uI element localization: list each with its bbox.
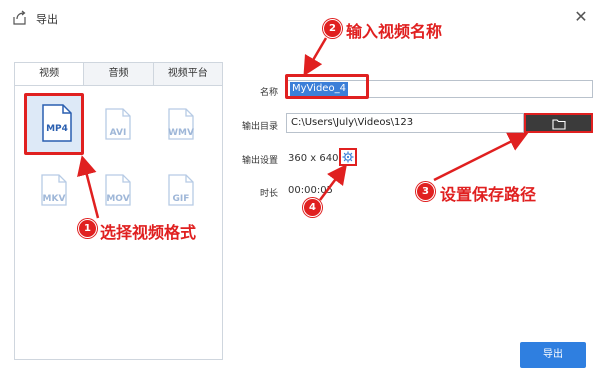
annotation-text-2: 输入视频名称 [346, 22, 443, 41]
arrow-2 [303, 37, 328, 77]
name-highlight-box [285, 74, 369, 99]
output-dir-label: 输出目录 [241, 122, 278, 132]
output-dir-input[interactable]: C:\Users\July\Videos\123 [286, 113, 524, 133]
annotation-badge-3: 3 [416, 182, 435, 201]
annotation-badge-1: 1 [78, 219, 97, 238]
format-label: WMV [168, 128, 194, 138]
format-wmv[interactable]: WMV [151, 97, 211, 159]
tab-video-platform[interactable]: 视频平台 [152, 63, 222, 85]
tab-video[interactable]: 视频 [15, 63, 84, 85]
file-icon [42, 104, 72, 142]
format-mkv[interactable]: MKV [24, 163, 84, 225]
format-label: MP4 [46, 124, 68, 134]
format-mov[interactable]: MOV [88, 163, 148, 225]
format-panel: 视频 音频 视频平台 MP4 AVI WMV MKV MOV GIF [14, 62, 223, 360]
annotation-badge-2: 2 [323, 19, 342, 38]
close-button[interactable]: ✕ [572, 8, 590, 26]
annotation-text-3: 设置保存路径 [440, 185, 537, 204]
format-tabs: 视频 音频 视频平台 [15, 63, 222, 86]
gear-icon [342, 151, 354, 163]
format-label: MKV [42, 194, 66, 204]
format-gif[interactable]: GIF [151, 163, 211, 225]
export-button[interactable]: 导出 [520, 342, 586, 368]
resolution-value: 360 x 640 [288, 153, 339, 164]
arrow-3 [433, 132, 529, 182]
format-avi[interactable]: AVI [88, 97, 148, 159]
output-settings-button[interactable] [339, 148, 357, 166]
name-label: 名称 [259, 88, 278, 98]
annotation-text-1: 选择视频格式 [100, 223, 197, 242]
format-mp4[interactable]: MP4 [24, 93, 84, 155]
output-settings-label: 输出设置 [241, 156, 278, 166]
window-title: 导出 [36, 13, 58, 26]
duration-label: 时长 [259, 189, 278, 199]
tab-audio[interactable]: 音频 [83, 63, 153, 85]
duration-value: 00:00:05 [288, 185, 333, 196]
annotation-badge-4: 4 [303, 198, 322, 217]
folder-icon [552, 119, 566, 130]
export-app-icon [12, 10, 28, 26]
browse-folder-button[interactable] [524, 113, 593, 133]
format-label: GIF [172, 194, 190, 204]
format-label: AVI [109, 128, 127, 138]
format-label: MOV [106, 194, 130, 204]
